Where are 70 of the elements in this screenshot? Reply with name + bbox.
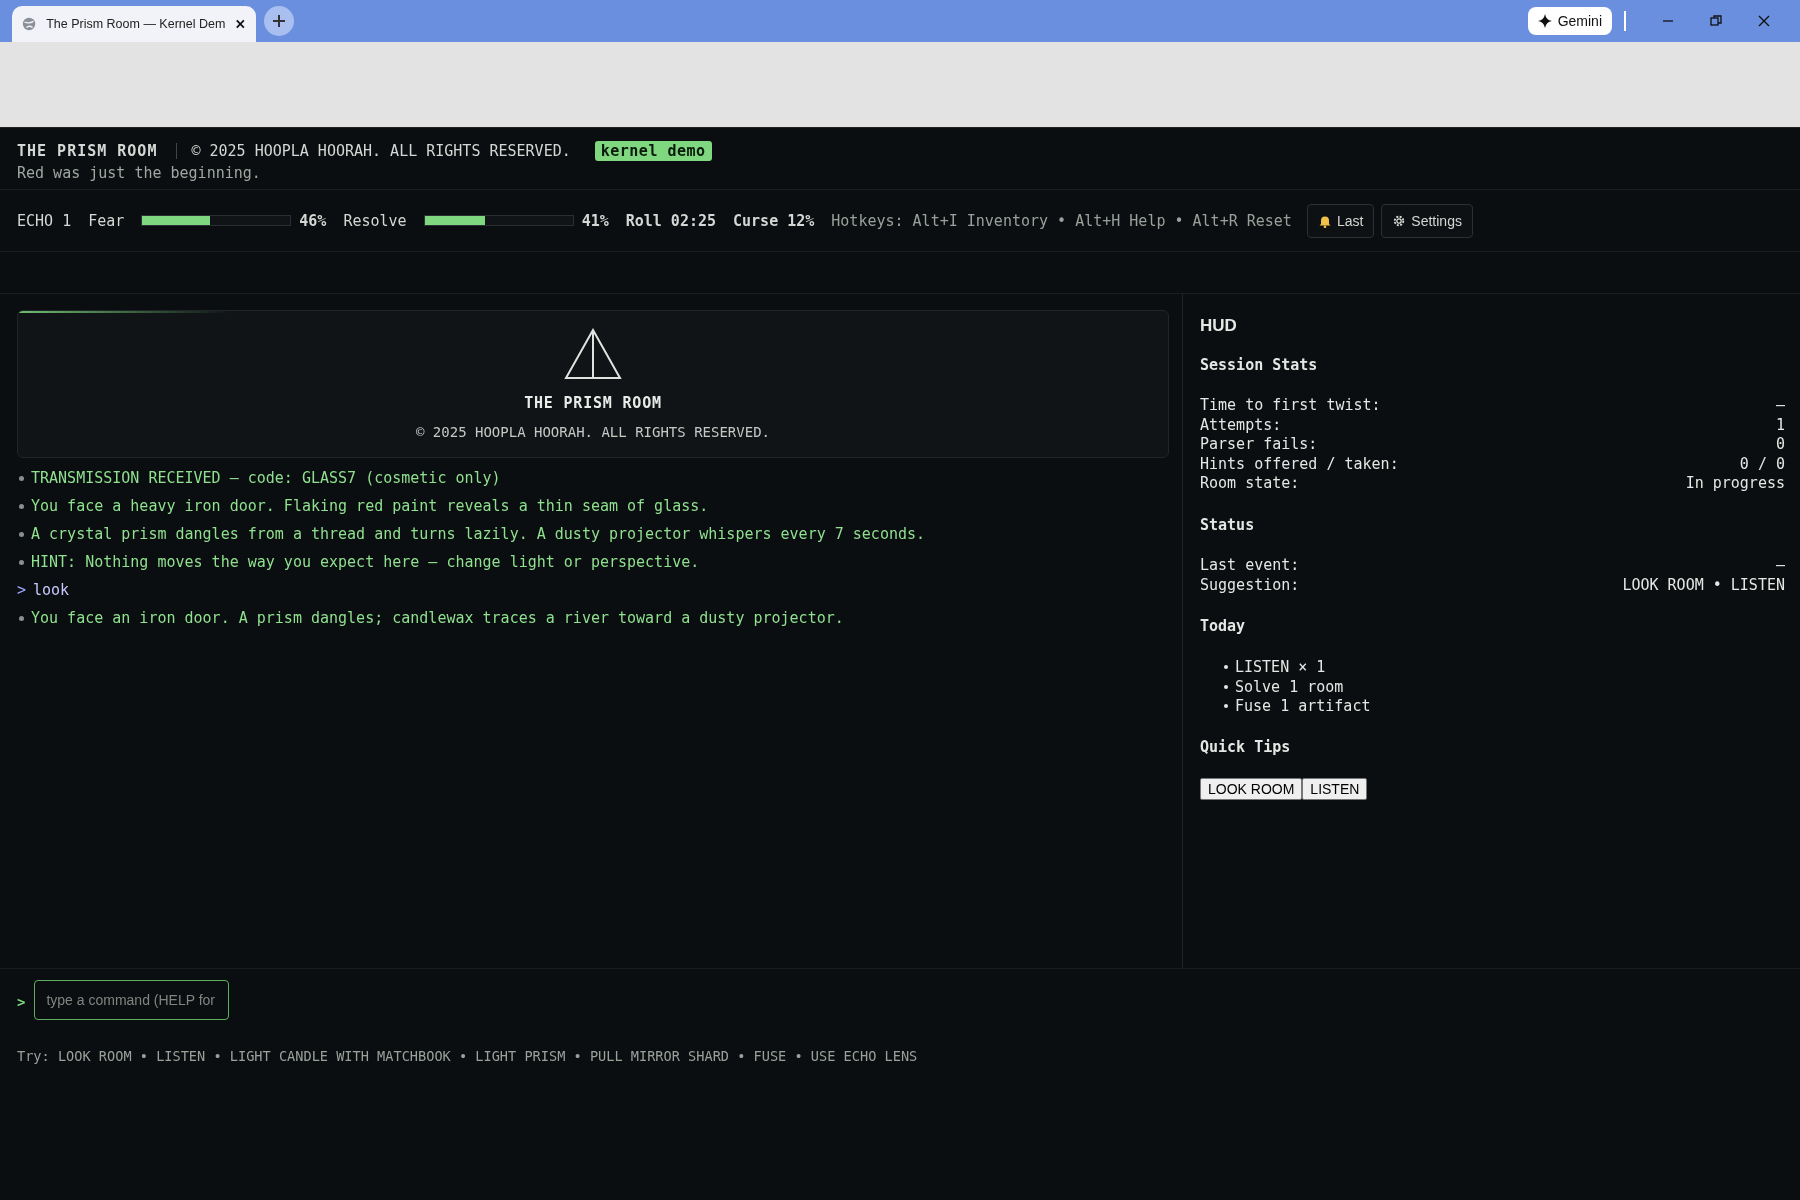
tip-button[interactable]: LOOK ROOM xyxy=(1200,777,1303,800)
log-message: You face a heavy iron door. Flaking red paint reveals a thin seam of glass. xyxy=(31,497,709,515)
toolbar-button[interactable]: Settings xyxy=(1381,203,1473,238)
bullet-dot xyxy=(19,615,24,621)
copyright-text: © 2025 HOOPLA HOORAH. ALL RIGHTS RESERVED. xyxy=(191,142,571,160)
stat-label: Hints offered / taken: xyxy=(1200,454,1399,475)
stat-label: Time to first twist: xyxy=(1200,396,1381,416)
close-icon[interactable] xyxy=(1757,14,1771,28)
app-title: THE PRISM ROOM xyxy=(17,142,158,160)
meter-label: Fear xyxy=(88,211,125,230)
hotkeys-hint: Hotkeys: Alt+I Inventory • Alt+H Help • Alt+R Reset xyxy=(831,211,1292,230)
plus-icon xyxy=(272,14,286,28)
meter-reading: 41% xyxy=(581,211,609,230)
bullet-dot xyxy=(19,559,24,565)
log-message: HINT: Nothing moves the way you expect here — change light or perspective. xyxy=(31,553,700,571)
command-input[interactable]: type a command (HELP for xyxy=(34,980,230,1020)
tab-title: The Prism Room — Kernel Dem xyxy=(46,17,226,31)
log-command: look xyxy=(33,581,70,599)
splash-title: THE PRISM ROOM xyxy=(524,394,662,412)
stat-value: LOOK ROOM • LISTEN xyxy=(1622,575,1785,596)
list-item: Solve 1 room xyxy=(1235,677,1344,696)
prompt-symbol: > xyxy=(17,994,26,1010)
list-item: Fuse 1 artifact xyxy=(1235,697,1371,716)
suggestions-text: Try: LOOK ROOM • LISTEN • LIGHT CANDLE WITH MATCHBOOK • LIGHT PRISM • PULL MIRROR SHARD • FUSE • USE ECHO LENS xyxy=(17,1048,919,1064)
mode-badge: kernel demo xyxy=(594,141,712,161)
section-heading: Quick Tips xyxy=(1200,737,1292,756)
stat-label: Parser fails: xyxy=(1200,435,1318,455)
browser-tab[interactable]: The Prism Room — Kernel Dem xyxy=(12,6,256,42)
echo-counter: ECHO 1 xyxy=(17,211,72,230)
splash-copyright: © 2025 HOOPLA HOORAH. ALL RIGHTS RESERVED. xyxy=(416,424,770,440)
stat-value: 0 / 0 xyxy=(1739,454,1785,475)
sparkle-icon xyxy=(1537,14,1552,28)
tagline: Red was just the beginning. xyxy=(17,164,262,182)
bullet-dot xyxy=(19,531,24,537)
list-item: LISTEN × 1 xyxy=(1235,657,1326,676)
log-message: A crystal prism dangles from a thread and turns lazily. A dusty projector whispers every 7 seconds. xyxy=(31,525,926,543)
stat-value: — xyxy=(1775,396,1785,416)
bullet-dot xyxy=(19,503,24,509)
bullet-dot xyxy=(1224,664,1228,669)
meter-reading: 46% xyxy=(299,211,327,230)
stat-value: In progress xyxy=(1685,474,1785,494)
hud-title: HUD xyxy=(1200,316,1238,336)
prompt-symbol: > xyxy=(17,581,27,599)
section-heading: Today xyxy=(1200,617,1247,636)
stat-label: Last event: xyxy=(1200,555,1300,576)
gemini-button[interactable]: Gemini xyxy=(1527,7,1612,35)
settings-icon xyxy=(1392,213,1407,228)
globe-icon xyxy=(22,16,37,32)
log-message: You face an iron door. A prism dangles; candlewax traces a river toward a dusty projector. xyxy=(31,609,844,627)
roll-timer: Roll 02:25 xyxy=(625,211,717,230)
new-tab-button[interactable] xyxy=(264,6,294,36)
bullet-dot xyxy=(19,475,24,481)
stat-label: Attempts: xyxy=(1200,415,1282,436)
stat-value: — xyxy=(1775,555,1785,576)
stat-value: 0 xyxy=(1775,435,1785,455)
toolbar-button[interactable]: Last xyxy=(1306,203,1375,238)
prism-icon xyxy=(563,328,623,380)
stat-value: 1 xyxy=(1775,415,1785,436)
curse-level: Curse 12% xyxy=(733,211,815,230)
section-heading: Status xyxy=(1200,515,1256,534)
stat-label: Room state: xyxy=(1200,474,1300,494)
close-icon[interactable] xyxy=(235,18,246,30)
meter-label: Resolve xyxy=(343,211,407,230)
restore-icon[interactable] xyxy=(1709,14,1723,28)
bullet-dot xyxy=(1224,704,1228,709)
bullet-dot xyxy=(1224,684,1228,689)
section-heading: Session Stats xyxy=(1200,356,1319,374)
stat-label: Suggestion: xyxy=(1200,575,1300,596)
log-message: TRANSMISSION RECEIVED — code: GLASS7 (cosmetic only) xyxy=(31,469,501,487)
tip-button[interactable]: LISTEN xyxy=(1302,777,1368,800)
